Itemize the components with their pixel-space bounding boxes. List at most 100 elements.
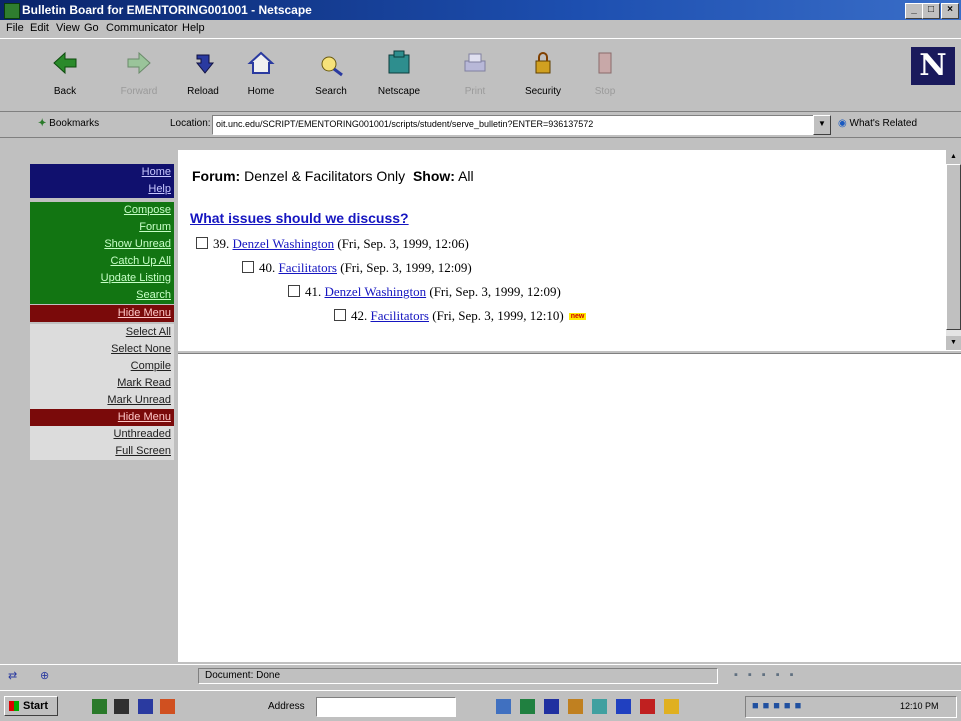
post-number: 41. (305, 284, 322, 299)
menu-communicator[interactable]: Communicator (106, 22, 178, 34)
menu-link-mark-unread[interactable]: Mark Unread (30, 392, 174, 409)
menu-go[interactable]: Go (84, 22, 99, 34)
content-scrollbar[interactable]: ▲ ▼ (946, 150, 961, 350)
tray-app-icon-5[interactable] (592, 699, 607, 714)
menu-link-help[interactable]: Help (30, 181, 174, 198)
app-quicklaunch-icon[interactable] (114, 699, 129, 714)
scroll-thumb[interactable] (946, 164, 961, 330)
desktop-quicklaunch-icon[interactable] (92, 699, 107, 714)
office-quicklaunch-icon[interactable] (160, 699, 175, 714)
post-number: 39. (213, 236, 230, 251)
post-select-checkbox[interactable] (288, 285, 300, 297)
menu-link-hide-menu[interactable]: Hide Menu (30, 305, 174, 322)
menu-link-update-listing[interactable]: Update Listing (30, 270, 174, 287)
post-select-checkbox[interactable] (334, 309, 346, 321)
menu-view[interactable]: View (56, 22, 80, 34)
start-label: Start (23, 700, 49, 712)
back-label: Back (53, 86, 77, 97)
tray-icons[interactable]: ■■■■■ (752, 700, 805, 712)
menu-link-home[interactable]: Home (30, 164, 174, 181)
close-button[interactable]: × (941, 3, 959, 19)
home-button[interactable]: Home (238, 45, 284, 107)
menu-link-show-unread[interactable]: Show Unread (30, 236, 174, 253)
netscape-app-icon[interactable] (4, 3, 20, 19)
related-globe-icon: ◉ (838, 118, 850, 129)
status-text: Document: Done (198, 668, 718, 684)
tray-app-icon-3[interactable] (544, 699, 559, 714)
tray-app-icon-2[interactable] (520, 699, 535, 714)
minimize-button[interactable]: _ (905, 3, 923, 19)
window-title-bar[interactable]: Bulletin Board for EMENTORING001001 - Ne… (0, 0, 961, 20)
menu-link-search[interactable]: Search (30, 287, 174, 304)
tray-app-icon-1[interactable] (496, 699, 511, 714)
thread-post: 41. Denzel Washington (Fri, Sep. 3, 1999… (288, 284, 561, 300)
tray-app-icon-4[interactable] (568, 699, 583, 714)
scroll-up-icon[interactable]: ▲ (946, 150, 961, 164)
stop-button[interactable]: Stop (582, 45, 628, 107)
url-dropdown-button[interactable]: ▼ (813, 115, 831, 135)
location-url-field[interactable]: oit.unc.edu/SCRIPT/EMENTORING001001/scri… (212, 115, 817, 135)
back-button[interactable]: Back (42, 45, 88, 107)
netscape-logo[interactable]: N (911, 47, 955, 85)
menu-link-catch-up-all[interactable]: Catch Up All (30, 253, 174, 270)
post-author-link[interactable]: Denzel Washington (233, 236, 335, 251)
menu-file[interactable]: File (6, 22, 24, 34)
post-select-checkbox[interactable] (242, 261, 254, 273)
navigation-toolbar: Back Forward Reload Home Search Netscape… (0, 38, 961, 112)
bookmarks-button[interactable]: ✦ Bookmarks (38, 118, 99, 129)
status-bar: ⇄ ⊕ Document: Done ▪▪▪▪▪ (0, 664, 961, 686)
menu-link-forum[interactable]: Forum (30, 219, 174, 236)
thread-title-link[interactable]: What issues should we discuss? (190, 210, 409, 226)
scroll-down-icon[interactable]: ▼ (946, 336, 961, 350)
taskbar-address-field[interactable] (316, 697, 456, 717)
netscape-icon (388, 50, 410, 74)
maximize-button[interactable]: □ (922, 3, 940, 19)
menu-link-unthreaded[interactable]: Unthreaded (30, 426, 174, 443)
post-author-link[interactable]: Facilitators (371, 308, 430, 323)
tray-app-icon-8[interactable] (664, 699, 679, 714)
reload-button[interactable]: Reload (180, 45, 226, 107)
tray-app-icon-7[interactable] (640, 699, 655, 714)
menu-link-compile[interactable]: Compile (30, 358, 174, 375)
netscape-button[interactable]: Netscape (376, 45, 422, 107)
home-label: Home (247, 86, 275, 97)
menu-help[interactable]: Help (182, 22, 205, 34)
explorer-quicklaunch-icon[interactable] (138, 699, 153, 714)
location-label: Location: (170, 118, 211, 129)
start-button[interactable]: Start (4, 696, 58, 716)
lock-icon (535, 52, 551, 74)
post-author-link[interactable]: Denzel Washington (325, 284, 427, 299)
post-number: 42. (351, 308, 368, 323)
menu-link-select-none[interactable]: Select None (30, 341, 174, 358)
bulletin-menu-frame: Home Help Compose Forum Show Unread Catch Up … (0, 150, 176, 662)
stop-label: Stop (594, 86, 616, 97)
menu-link-compose[interactable]: Compose (30, 202, 174, 219)
security-label: Security (524, 86, 562, 97)
menu-link-mark-read[interactable]: Mark Read (30, 375, 174, 392)
menu-edit[interactable]: Edit (30, 22, 49, 34)
chevron-down-icon: ▼ (818, 119, 826, 128)
whats-related-label: What's Related (849, 118, 918, 129)
search-button[interactable]: Search (308, 45, 354, 107)
back-arrow-icon (53, 51, 77, 75)
thread-post: 39. Denzel Washington (Fri, Sep. 3, 1999… (196, 236, 469, 252)
component-bar-icons[interactable]: ▪▪▪▪▪ (734, 669, 804, 681)
menu-link-select-all[interactable]: Select All (30, 324, 174, 341)
menu-link-hide-menu[interactable]: Hide Menu (30, 409, 174, 426)
print-button[interactable]: Print (452, 45, 498, 107)
location-toolbar: ✦ Bookmarks Location: oit.unc.edu/SCRIPT… (0, 112, 961, 138)
whats-related-button[interactable]: ◉ What's Related (838, 118, 917, 129)
forward-button[interactable]: Forward (116, 45, 162, 107)
security-status-icon[interactable]: ⊕ (40, 669, 49, 682)
forward-arrow-icon (127, 51, 151, 75)
address-label: Address (268, 701, 305, 712)
menu-bar: File Edit View Go Communicator Help (0, 20, 961, 38)
post-date: (Fri, Sep. 3, 1999, 12:06) (337, 236, 469, 251)
security-button[interactable]: Security (520, 45, 566, 107)
post-select-checkbox[interactable] (196, 237, 208, 249)
netscape-label: Netscape (377, 86, 421, 97)
clock: 12:10 PM (900, 701, 939, 711)
menu-link-full-screen[interactable]: Full Screen (30, 443, 174, 460)
post-author-link[interactable]: Facilitators (279, 260, 338, 275)
tray-app-icon-6[interactable] (616, 699, 631, 714)
